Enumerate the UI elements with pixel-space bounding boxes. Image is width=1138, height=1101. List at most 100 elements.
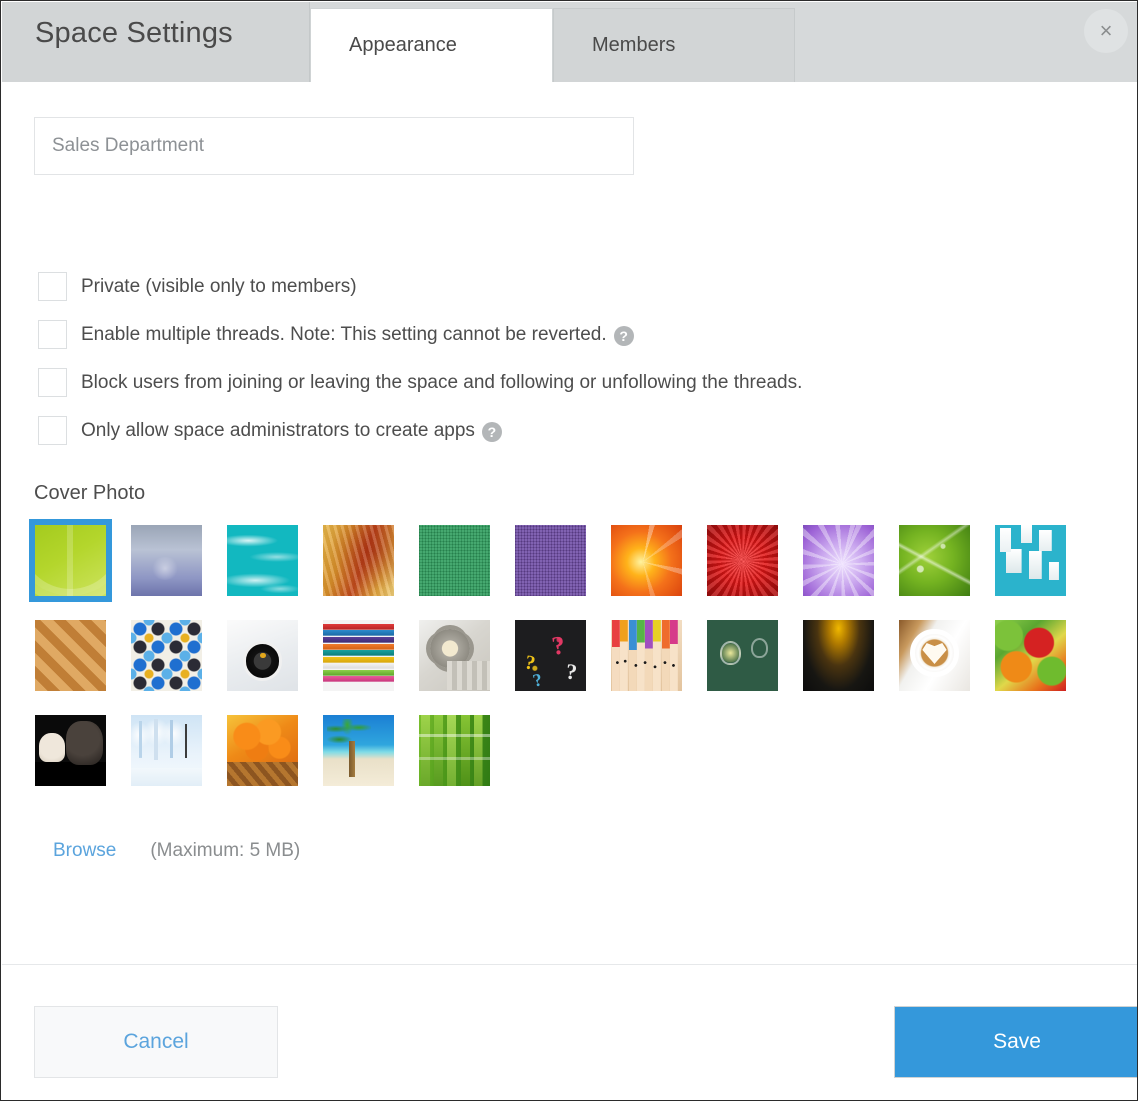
thumb-art [419, 525, 490, 596]
thumb-art [323, 620, 394, 691]
cover-photo-thumb-pumpkin-basket[interactable] [227, 715, 298, 786]
cover-photo-thumb-blue-tile-mosaic[interactable] [131, 620, 202, 691]
checkbox-row-private[interactable]: Private (visible only to members) [38, 272, 357, 301]
cover-photo-thumb-colored-pencils[interactable] [611, 620, 682, 691]
thumb-art [323, 525, 394, 596]
cover-photo-thumb-teal-water[interactable] [227, 525, 298, 596]
thumb-art [227, 715, 298, 786]
save-button[interactable]: Save [894, 1006, 1137, 1078]
thumb-image-vegetables [995, 620, 1066, 691]
tab-members[interactable]: Members [553, 8, 795, 82]
thumb-image-blue-tile-mosaic [131, 620, 202, 691]
thumb-image-compass-map [227, 620, 298, 691]
browse-row: Browse (Maximum: 5 MB) [53, 840, 300, 862]
checkbox-private-label: Private (visible only to members) [81, 275, 357, 297]
thumb-image-purple-flower [803, 525, 874, 596]
cover-photo-thumb-gears-tools[interactable] [419, 620, 490, 691]
cover-photo-thumb-purple-felt[interactable] [515, 525, 586, 596]
space-settings-dialog: Space Settings Appearance Members × Priv… [0, 0, 1138, 1101]
cover-photo-thumb-compass-map[interactable] [227, 620, 298, 691]
cover-photo-thumb-wood-parquet[interactable] [35, 620, 106, 691]
cover-photo-thumb-blue-blocks[interactable] [995, 525, 1066, 596]
thumb-image-colored-pencils [611, 620, 682, 691]
help-icon[interactable]: ? [481, 421, 502, 442]
thumb-image-teal-water [227, 525, 298, 596]
cover-photo-thumb-latte-art-coffee[interactable] [899, 620, 970, 691]
thumb-image-palm-tree-beach [323, 715, 394, 786]
cover-photo-thumb-red-carnation[interactable] [707, 525, 778, 596]
cover-photo-thumb-dark-gold-gradient[interactable] [803, 620, 874, 691]
thumb-image-chalkboard-question-marks: ???? [515, 620, 586, 691]
max-size-note: (Maximum: 5 MB) [150, 840, 301, 861]
tab-members-label: Members [592, 34, 676, 56]
thumb-art [323, 715, 394, 786]
thumb-art [227, 525, 298, 596]
thumb-art [227, 620, 298, 691]
cover-photo-thumb-bamboo[interactable] [419, 715, 490, 786]
thumb-image-blue-blur [131, 525, 202, 596]
checkbox-private[interactable] [38, 272, 67, 301]
checkbox-block-users[interactable] [38, 368, 67, 397]
browse-link[interactable]: Browse [53, 840, 116, 862]
cover-photo-thumb-blue-blur[interactable] [131, 525, 202, 596]
tab-appearance[interactable]: Appearance [310, 8, 553, 82]
dialog-body: Private (visible only to members) Enable… [2, 82, 1137, 964]
cover-photo-thumb-cat-and-dog[interactable] [35, 715, 106, 786]
checkbox-row-multiple-threads[interactable]: Enable multiple threads. Note: This sett… [38, 320, 634, 349]
thumb-image-red-carnation [707, 525, 778, 596]
checkbox-multiple-threads-label: Enable multiple threads. Note: This sett… [81, 323, 607, 345]
cover-photo-label: Cover Photo [34, 482, 146, 504]
thumb-image-purple-felt [515, 525, 586, 596]
close-icon[interactable]: × [1084, 9, 1128, 53]
thumb-art-detail: ? [564, 658, 579, 685]
thumb-art [131, 715, 202, 786]
help-icon[interactable]: ? [613, 325, 634, 346]
cover-photo-thumb-chalkboard-question-marks[interactable]: ???? [515, 620, 586, 691]
cover-photo-thumb-lightbulb-chalkboard[interactable] [707, 620, 778, 691]
cover-photo-thumb-vegetables[interactable] [995, 620, 1066, 691]
dialog-footer: Cancel Save [2, 964, 1137, 1100]
cancel-button[interactable]: Cancel [34, 1006, 278, 1078]
thumb-art [35, 620, 106, 691]
cover-photo-thumb-orange-lily[interactable] [611, 525, 682, 596]
thumb-image-blue-blocks [995, 525, 1066, 596]
thumb-art [707, 620, 778, 691]
checkbox-row-block-users[interactable]: Block users from joining or leaving the … [38, 368, 802, 397]
cover-photo-thumb-palm-tree-beach[interactable] [323, 715, 394, 786]
dialog-header: Space Settings Appearance Members × [2, 2, 1137, 82]
cover-photo-thumb-green-card[interactable] [29, 519, 112, 602]
cover-photo-thumb-rust-paper[interactable] [323, 525, 394, 596]
space-name-input[interactable] [34, 117, 634, 175]
thumb-art-detail: ? [531, 669, 545, 691]
thumb-art [131, 620, 202, 691]
checkbox-multiple-threads[interactable] [38, 320, 67, 349]
thumb-art [131, 525, 202, 596]
thumb-art [995, 525, 1066, 596]
thumb-image-orange-lily [611, 525, 682, 596]
thumb-art [515, 525, 586, 596]
thumb-art [419, 620, 490, 691]
thumb-image-rust-paper [323, 525, 394, 596]
thumb-image-cat-and-dog [35, 715, 106, 786]
cover-photo-thumb-green-leaf-dew[interactable] [899, 525, 970, 596]
thumb-image-bamboo [419, 715, 490, 786]
thumb-image-green-leaf-dew [899, 525, 970, 596]
thumb-image-pumpkin-basket [227, 715, 298, 786]
checkbox-admin-apps[interactable] [38, 416, 67, 445]
thumb-image-green-card [35, 525, 106, 596]
cover-photo-thumb-snowy-trees[interactable] [131, 715, 202, 786]
thumb-art: ???? [515, 620, 586, 691]
cover-photo-thumb-stacked-books[interactable] [323, 620, 394, 691]
cover-photo-thumb-green-felt[interactable] [419, 525, 490, 596]
thumb-image-stacked-books [323, 620, 394, 691]
thumb-art [35, 525, 106, 596]
cover-photo-thumb-purple-flower[interactable] [803, 525, 874, 596]
thumb-art [611, 525, 682, 596]
checkbox-block-users-label: Block users from joining or leaving the … [81, 371, 803, 393]
thumb-image-green-felt [419, 525, 490, 596]
thumb-image-snowy-trees [131, 715, 202, 786]
checkbox-row-admin-apps[interactable]: Only allow space administrators to creat… [38, 416, 502, 445]
thumb-art [995, 620, 1066, 691]
tab-appearance-label: Appearance [349, 34, 457, 56]
thumb-image-lightbulb-chalkboard [707, 620, 778, 691]
